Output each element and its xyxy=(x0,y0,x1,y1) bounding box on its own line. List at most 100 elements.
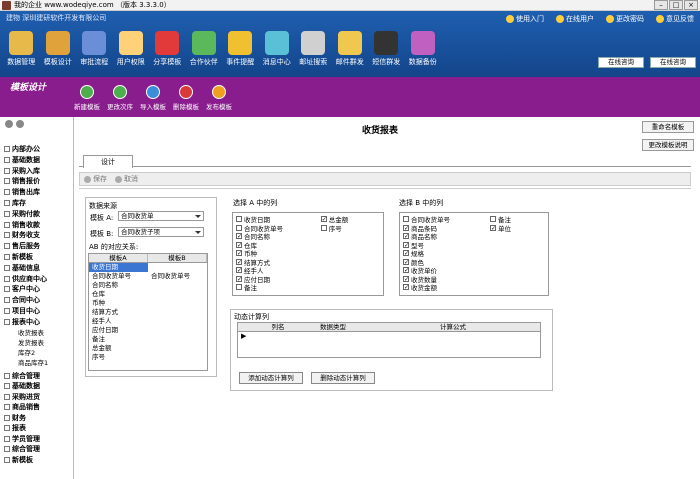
toolbar-button-9[interactable]: 邮件群发 xyxy=(332,31,369,67)
sidebar-item[interactable]: 采购入库 xyxy=(4,167,40,176)
mapping-row[interactable]: 收货日期 xyxy=(89,263,207,272)
checkbox[interactable]: ✓ xyxy=(403,284,409,291)
dynamic-columns-grid[interactable]: 列名 数据类型 计算公式 ▶ xyxy=(237,322,541,358)
checkbox[interactable] xyxy=(236,224,242,231)
checkbox[interactable] xyxy=(403,216,409,223)
template-b-select[interactable]: 合同收货子项 xyxy=(118,227,204,237)
sidebar-item[interactable]: 财务收支 xyxy=(4,231,40,240)
collapse-icon[interactable] xyxy=(16,120,24,128)
checkbox[interactable] xyxy=(236,216,242,223)
column-option[interactable]: 备注 xyxy=(236,283,315,292)
sidebar-item[interactable]: 销售收款 xyxy=(4,221,40,230)
mapping-row[interactable]: 备注 xyxy=(89,335,207,344)
toolbar-button-4[interactable]: 分享模板 xyxy=(149,31,186,67)
toolbar-button-11[interactable]: 数据备份 xyxy=(405,31,442,67)
online-consult-button-2[interactable]: 在线咨询 xyxy=(650,57,696,68)
cancel-button[interactable]: 取消 xyxy=(115,174,138,184)
sidebar-item[interactable]: 新模板 xyxy=(4,456,33,465)
checkbox[interactable] xyxy=(236,284,242,291)
sidebar-item[interactable]: 销售出库 xyxy=(4,188,40,197)
add-dynamic-column-button[interactable]: 添加动态计算列 xyxy=(239,372,303,384)
sidebar-item[interactable]: 报表中心 xyxy=(4,318,40,327)
toolbar-button-1[interactable]: 模板设计 xyxy=(40,31,77,67)
sidebar-item[interactable]: 基础信息 xyxy=(4,264,40,273)
sidebar-item[interactable]: 商品销售 xyxy=(4,403,40,412)
checkbox[interactable]: ✓ xyxy=(236,267,242,274)
sidebar-subitem[interactable]: 发货报表 xyxy=(18,339,44,348)
checkbox[interactable]: ✓ xyxy=(403,267,409,274)
checkbox[interactable]: ✓ xyxy=(236,258,242,265)
template-a-select[interactable]: 合同收货单 xyxy=(118,211,204,221)
checkbox[interactable]: ✓ xyxy=(236,275,242,282)
sidebar-item[interactable]: 内部办公 xyxy=(4,145,40,154)
cols-b-list[interactable]: 合同收货单号 ✓ 商品条码 ✓ 商品名称 ✓ 型号 ✓ 规格 ✓ 颜色 ✓ 收货单价 ✓ 收货数量 ✓ 收货金额… xyxy=(399,212,549,296)
sidebar-item[interactable]: 采购付款 xyxy=(4,210,40,219)
column-option[interactable]: 序号 xyxy=(320,224,380,233)
sidebar-item[interactable]: 基础数据 xyxy=(4,382,40,391)
online-consult-button-1[interactable]: 在线咨询 xyxy=(598,57,644,68)
sidebar-item[interactable]: 财务 xyxy=(4,414,26,423)
mapping-row[interactable]: 应付日期 xyxy=(89,326,207,335)
sidebar-item[interactable]: 基础数据 xyxy=(4,156,40,165)
sidebar-item[interactable]: 报表 xyxy=(4,424,26,433)
sidebar-item[interactable]: 综合管理 xyxy=(4,372,40,381)
column-option[interactable]: ✓ 单位 xyxy=(490,224,545,233)
sidebar-item[interactable]: 供应商中心 xyxy=(4,275,47,284)
checkbox[interactable]: ✓ xyxy=(403,224,409,231)
mapping-row[interactable]: 合同名称 xyxy=(89,281,207,290)
save-button[interactable]: 保存 xyxy=(84,174,107,184)
checkbox[interactable]: ✓ xyxy=(403,233,409,240)
checkbox[interactable]: ✓ xyxy=(490,224,496,231)
sidebar-item[interactable]: 客户中心 xyxy=(4,285,40,294)
checkbox[interactable]: ✓ xyxy=(403,258,409,265)
mapping-grid[interactable]: 模板A 模板B 收货日期 合同收货单号 合同收货单号 合同名称 仓库 币种 结算方式 经手人 应付日… xyxy=(88,253,208,371)
top-link-2[interactable]: 更改密码 xyxy=(606,14,644,24)
delete-dynamic-column-button[interactable]: 删除动态计算列 xyxy=(311,372,375,384)
rename-template-button[interactable]: 重命名模板 xyxy=(642,121,694,133)
sidebar-item[interactable]: 售后服务 xyxy=(4,242,40,251)
checkbox[interactable] xyxy=(490,216,496,223)
checkbox[interactable]: ✓ xyxy=(403,275,409,282)
sidebar-item[interactable]: 项目中心 xyxy=(4,307,40,316)
mapping-row[interactable]: 合同收货单号 合同收货单号 xyxy=(89,272,207,281)
mapping-row[interactable]: 币种 xyxy=(89,299,207,308)
checkbox[interactable]: ✓ xyxy=(236,250,242,257)
cols-a-list[interactable]: 收货日期 合同收货单号 ✓ 合同名称 ✓ 仓库 ✓ 币种 ✓ 结算方式 ✓ 经手人 ✓ 应付日期 备注 ✓ 总金… xyxy=(232,212,384,296)
mapping-row[interactable]: 序号 xyxy=(89,353,207,362)
top-link-3[interactable]: 意见反馈 xyxy=(656,14,694,24)
toolbar-button-8[interactable]: 邮址搜索 xyxy=(295,31,332,67)
toolbar-button-0[interactable]: 数据管理 xyxy=(3,31,40,67)
module-button-4[interactable]: 发布模板 xyxy=(198,85,240,111)
tab-design[interactable]: 设计 xyxy=(83,155,133,168)
close-button[interactable]: × xyxy=(684,0,698,10)
checkbox[interactable] xyxy=(320,224,327,231)
sidebar-item[interactable]: 销售报价 xyxy=(4,177,40,186)
sidebar-item[interactable]: 新模板 xyxy=(4,253,33,262)
checkbox[interactable]: ✓ xyxy=(236,233,242,240)
expand-icon[interactable] xyxy=(5,120,13,128)
checkbox[interactable]: ✓ xyxy=(236,241,242,248)
checkbox[interactable]: ✓ xyxy=(403,241,409,248)
mapping-row[interactable]: 总金额 xyxy=(89,344,207,353)
sidebar-item[interactable]: 合同中心 xyxy=(4,296,40,305)
column-option[interactable]: ✓ 收货金额 xyxy=(403,283,484,292)
sidebar-item[interactable]: 采购进货 xyxy=(4,393,40,402)
edit-template-description-button[interactable]: 更改模板说明 xyxy=(642,139,694,151)
top-link-1[interactable]: 在线用户 xyxy=(556,14,594,24)
checkbox[interactable]: ✓ xyxy=(403,250,409,257)
checkbox[interactable]: ✓ xyxy=(320,216,327,223)
sidebar-subitem[interactable]: 收货报表 xyxy=(18,329,44,338)
toolbar-button-7[interactable]: 消息中心 xyxy=(259,31,296,67)
mapping-row[interactable]: 结算方式 xyxy=(89,308,207,317)
maximize-button[interactable]: □ xyxy=(669,0,683,10)
toolbar-button-10[interactable]: 短信群发 xyxy=(368,31,405,67)
mapping-row[interactable]: 经手人 xyxy=(89,317,207,326)
toolbar-button-5[interactable]: 合作伙伴 xyxy=(186,31,223,67)
top-link-0[interactable]: 使用入门 xyxy=(506,14,544,24)
toolbar-button-3[interactable]: 用户权限 xyxy=(113,31,150,67)
sidebar-item[interactable]: 库存 xyxy=(4,199,26,208)
toolbar-button-2[interactable]: 审批流程 xyxy=(76,31,113,67)
sidebar-subitem[interactable]: 库存2 xyxy=(18,349,35,358)
sidebar-subitem[interactable]: 商品库存1 xyxy=(18,359,48,368)
sidebar-item[interactable]: 综合管理 xyxy=(4,445,40,454)
